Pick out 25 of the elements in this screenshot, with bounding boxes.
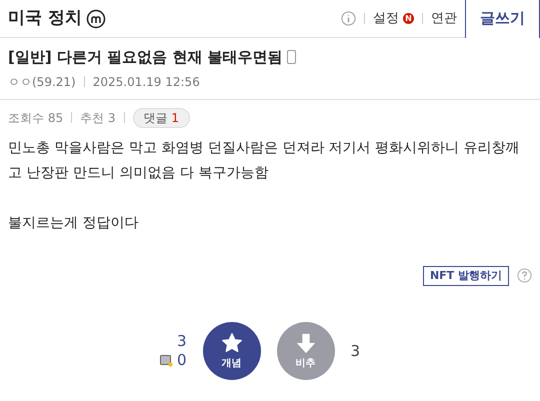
- downvote-count: 3: [350, 340, 360, 362]
- post-date: 2025.01.19 12:56: [92, 74, 200, 90]
- write-button[interactable]: 글쓰기: [465, 0, 540, 38]
- upvote-button[interactable]: 개념: [202, 322, 260, 380]
- comment-button[interactable]: 댓글 1: [132, 108, 190, 128]
- down-arrow-icon: [294, 332, 316, 354]
- minor-gallery-icon: [86, 8, 106, 28]
- stat-text: 조회수 85: [8, 110, 64, 126]
- fixed-count: 0: [176, 353, 186, 368]
- nft-button[interactable]: NFT 발행하기: [422, 266, 509, 286]
- menu-link[interactable]: 연관: [431, 8, 457, 28]
- body-paragraph: 불지르는게 정답이다: [8, 214, 140, 232]
- menu-link[interactable]: 설정: [373, 8, 399, 28]
- body-paragraph: 민노총 막을사람은 막고 화염병 던질사람은 던져라 저기서 평화시위하니 유리창깨고 난장판 만드니 의미없음 다 복구가능함: [8, 138, 521, 182]
- upvote-count: 3: [176, 334, 186, 349]
- author-name: ㅇㅇ(59.21): [8, 74, 76, 90]
- board-title: 미국 정치: [8, 6, 82, 30]
- info-icon[interactable]: [341, 11, 356, 26]
- stat-text: 추천 3: [80, 110, 116, 126]
- star-icon: [220, 332, 242, 354]
- mobile-icon: [286, 50, 296, 64]
- post-title: [일반] 다른거 필요없음 현재 불태우면됨: [8, 47, 283, 68]
- new-badge: N: [403, 13, 414, 24]
- help-icon[interactable]: [517, 268, 532, 284]
- fixed-recommend-icon: [160, 354, 173, 366]
